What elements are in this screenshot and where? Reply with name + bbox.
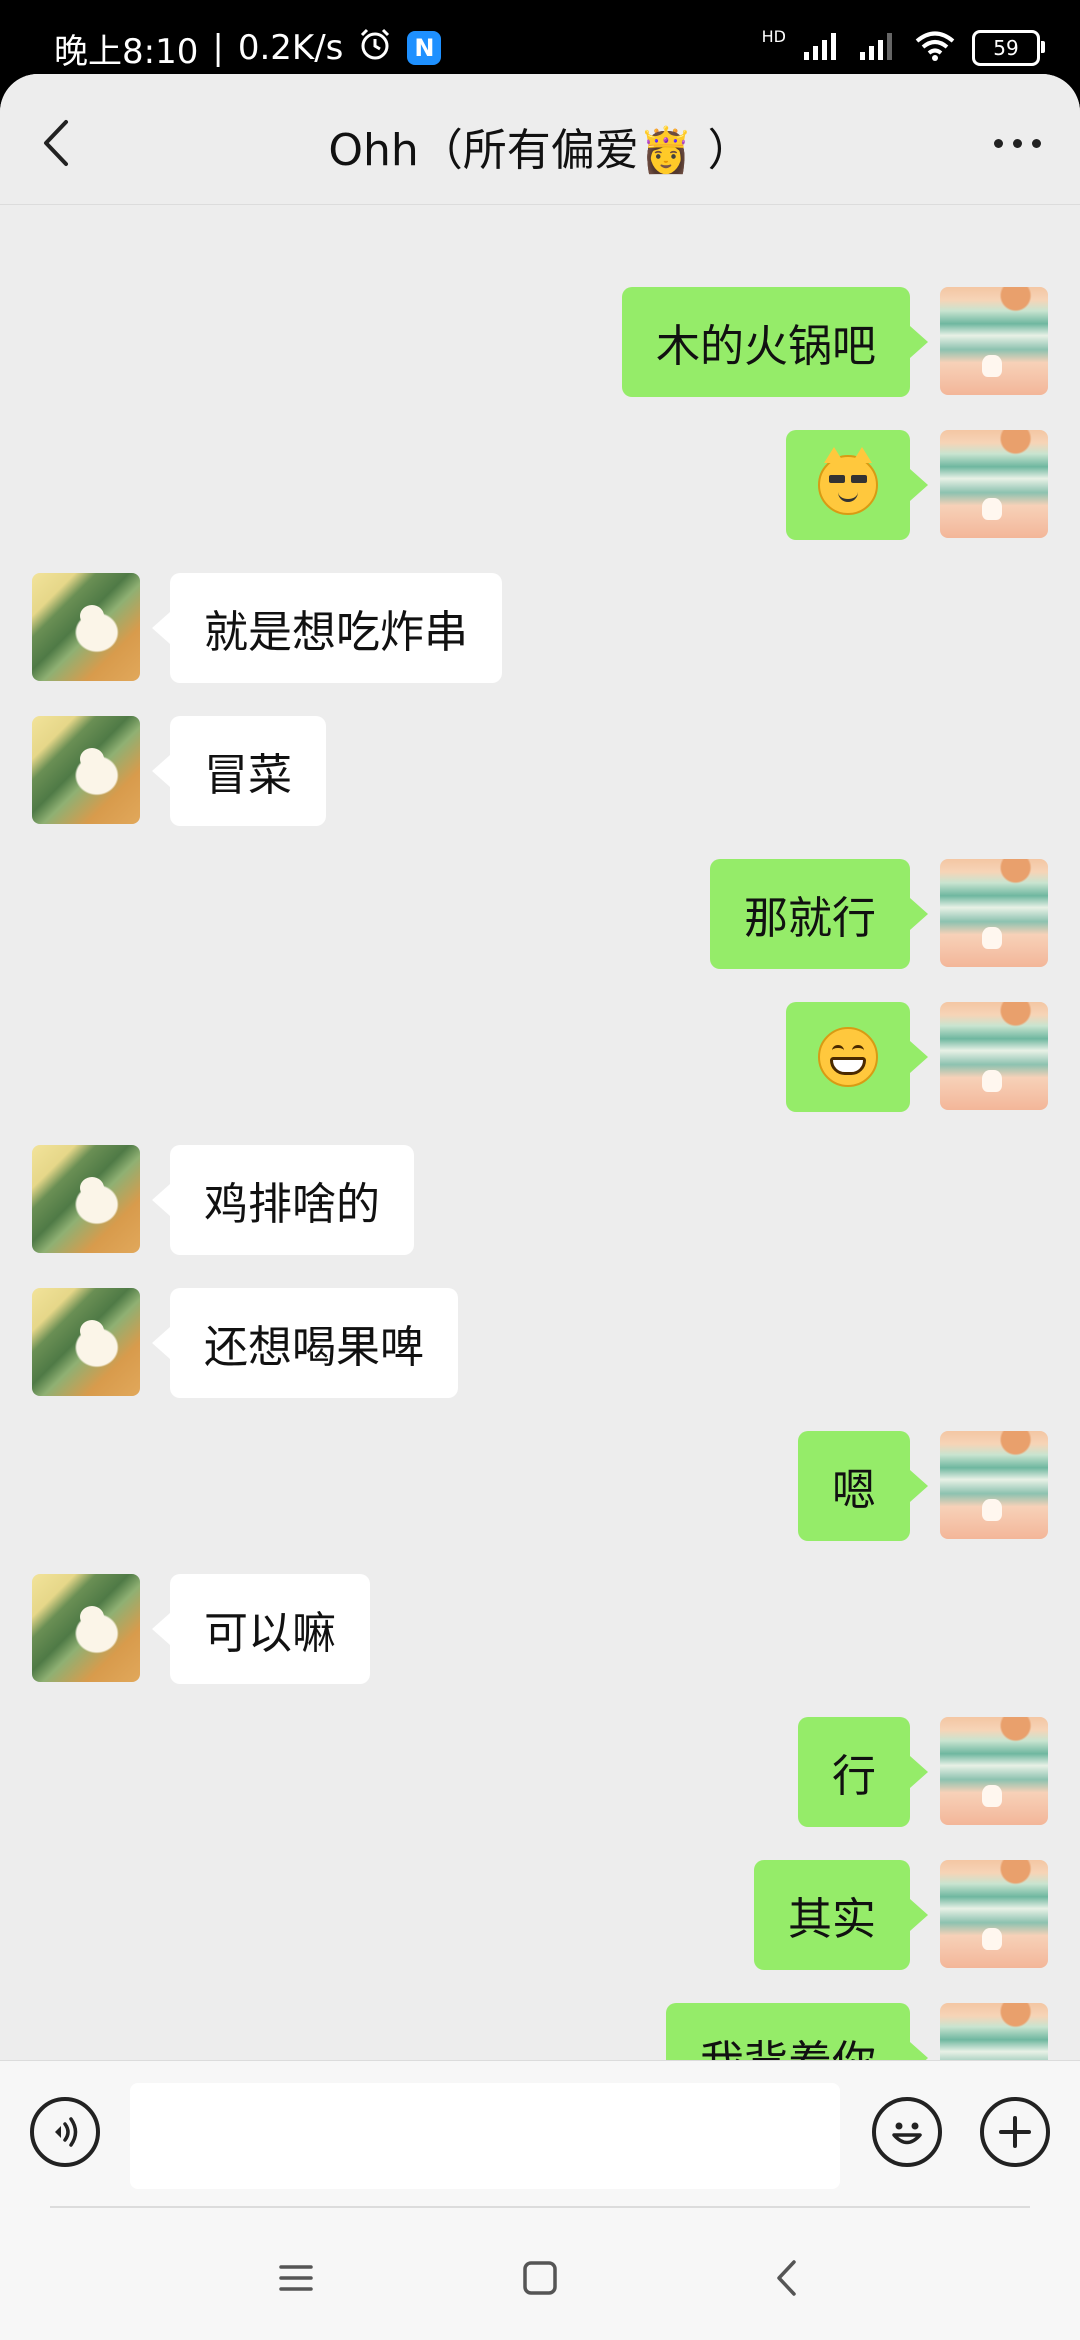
message-row-incoming: 就是想吃炸串	[0, 573, 1080, 683]
signal-icon-2	[858, 30, 898, 66]
menu-nav-button[interactable]	[266, 2248, 326, 2308]
message-row-incoming: 冒菜	[0, 716, 1080, 826]
contact-avatar[interactable]	[32, 1288, 140, 1396]
my-avatar[interactable]	[940, 287, 1048, 395]
message-row-incoming: 鸡排啥的	[0, 1145, 1080, 1255]
message-bubble-incoming[interactable]: 鸡排啥的	[152, 1145, 414, 1255]
message-row-outgoing: 其实	[0, 1860, 1080, 1970]
back-nav-button[interactable]	[756, 2248, 816, 2308]
plus-icon	[999, 2116, 1031, 2148]
my-avatar[interactable]	[940, 1717, 1048, 1825]
signal-icon-1	[802, 30, 842, 66]
status-separator: |	[212, 28, 224, 68]
smiley-icon	[892, 2122, 922, 2145]
input-bar	[0, 2060, 1080, 2211]
voice-icon	[55, 2117, 78, 2147]
voice-input-button[interactable]	[30, 2097, 100, 2167]
home-nav-button[interactable]	[510, 2248, 570, 2308]
wifi-icon	[914, 30, 956, 66]
alarm-icon	[357, 26, 393, 71]
my-avatar[interactable]	[940, 859, 1048, 967]
doge-cat-emoji-icon	[818, 447, 878, 515]
status-net-speed: 0.2K/s	[237, 28, 344, 68]
grin-emoji-icon	[818, 1027, 878, 1087]
contact-avatar[interactable]	[32, 716, 140, 824]
more-dot-icon	[1031, 138, 1041, 148]
my-avatar[interactable]	[940, 1860, 1048, 1968]
message-row-outgoing: 嗯	[0, 1431, 1080, 1541]
message-bubble-incoming[interactable]: 冒菜	[152, 716, 326, 826]
status-time: 晚上8:10	[54, 31, 199, 72]
message-bubble-incoming[interactable]: 就是想吃炸串	[152, 573, 502, 683]
status-left: 晚上8:10 | 0.2K/s N	[54, 22, 442, 74]
more-dot-icon	[1012, 138, 1022, 148]
more-dot-icon	[993, 138, 1003, 148]
contact-avatar[interactable]	[32, 573, 140, 681]
message-bubble-outgoing[interactable]: 嗯	[798, 1431, 928, 1541]
my-avatar[interactable]	[940, 1431, 1048, 1539]
battery-icon: 59	[972, 30, 1045, 66]
message-bubble-outgoing[interactable]: 行	[798, 1717, 928, 1827]
chat-title: Ohh（所有偏爱👸 ）	[328, 125, 752, 176]
message-list[interactable]: 木的火锅吧 就是想吃炸串 冒菜 那就行 鸡排啥的 还想喝果啤 嗯 可以嘛 行 其…	[0, 204, 1080, 2134]
message-row-outgoing: 行	[0, 1717, 1080, 1827]
message-row-outgoing	[0, 1002, 1080, 1112]
message-row-incoming: 还想喝果啤	[0, 1288, 1080, 1398]
message-bubble-incoming[interactable]: 可以嘛	[152, 1574, 370, 1684]
status-right: HD 59	[761, 22, 1045, 74]
message-row-outgoing: 那就行	[0, 859, 1080, 969]
hd-label: HD	[761, 26, 786, 46]
app-notification-icon: N	[407, 31, 442, 65]
my-avatar[interactable]	[940, 430, 1048, 538]
message-row-incoming: 可以嘛	[0, 1574, 1080, 1684]
message-bubble-outgoing[interactable]	[786, 1002, 928, 1112]
more-functions-button[interactable]	[980, 2097, 1050, 2167]
contact-avatar[interactable]	[32, 1145, 140, 1253]
chat-header: Ohh（所有偏爱👸 ）	[0, 74, 1080, 205]
message-row-outgoing: 木的火锅吧	[0, 287, 1080, 397]
emoji-button[interactable]	[872, 2097, 942, 2167]
message-bubble-incoming[interactable]: 还想喝果啤	[152, 1288, 458, 1398]
my-avatar[interactable]	[940, 1002, 1048, 1110]
message-bubble-outgoing[interactable]: 那就行	[710, 859, 928, 969]
more-options-button[interactable]	[982, 118, 1052, 168]
home-square-icon	[523, 2261, 557, 2295]
contact-avatar[interactable]	[32, 1574, 140, 1682]
message-row-outgoing	[0, 430, 1080, 540]
system-navigation-bar	[0, 2208, 1080, 2340]
message-bubble-outgoing[interactable]: 其实	[754, 1860, 928, 1970]
message-bubble-outgoing[interactable]: 木的火锅吧	[622, 287, 928, 397]
back-arrow-icon	[777, 2260, 796, 2296]
message-bubble-outgoing[interactable]	[786, 430, 928, 540]
message-input[interactable]	[130, 2083, 840, 2189]
chat-window: Ohh（所有偏爱👸 ） 木的火锅吧 就是想吃炸串 冒菜 那就行 鸡排啥的 还想喝…	[0, 74, 1080, 2340]
menu-icon	[279, 2265, 313, 2291]
